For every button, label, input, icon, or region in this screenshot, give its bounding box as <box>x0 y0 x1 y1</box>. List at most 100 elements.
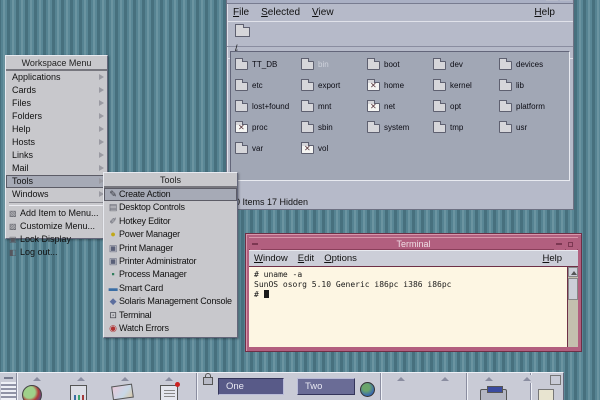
tools-menu-item[interactable]: ✐Hotkey Editor <box>104 215 237 228</box>
folder-label: home <box>384 81 404 90</box>
window-menu-button[interactable] <box>250 239 261 250</box>
mail-icon[interactable] <box>111 384 134 400</box>
workspace-menu-item[interactable]: Tools <box>6 175 107 188</box>
folder-icon <box>235 61 248 70</box>
menu-item-help[interactable]: Help <box>534 4 555 21</box>
folder-item[interactable]: export <box>301 79 367 91</box>
printer-icon[interactable] <box>480 389 507 400</box>
text-cursor <box>264 290 269 298</box>
folder-item[interactable]: platform <box>499 100 565 112</box>
folder-item[interactable]: tmp <box>433 121 499 133</box>
web-globe-icon[interactable] <box>360 382 375 397</box>
folder-item[interactable]: var <box>235 142 301 154</box>
panel-corner-button[interactable] <box>550 375 561 385</box>
tools-menu-item[interactable]: ●Power Manager <box>104 228 237 241</box>
terminal-content[interactable]: # uname -aSunOS osorg 5.10 Generic i86pc… <box>249 266 578 347</box>
tools-menu-item[interactable]: ▬Smart Card <box>104 282 237 295</box>
notes-icon[interactable] <box>160 385 178 400</box>
folder-item[interactable]: dev <box>433 58 499 70</box>
folder-item[interactable]: TT_DB <box>235 58 301 70</box>
scrollbar-thumb[interactable] <box>568 278 578 300</box>
folder-item[interactable]: lib <box>499 79 565 91</box>
file-manager-iconic-path[interactable]: / <box>227 21 573 46</box>
subpanel-arrow-tab[interactable] <box>434 375 456 383</box>
subpanel-arrow-tab[interactable] <box>26 375 48 383</box>
menu-item[interactable]: File <box>233 4 249 21</box>
lock-icon[interactable] <box>203 377 213 385</box>
minimize-button[interactable] <box>546 0 558 1</box>
workspace-menu-item[interactable]: Mail <box>6 162 107 175</box>
workspace-menu-item[interactable]: ▨Customize Menu... <box>6 220 107 233</box>
workspace-button-one[interactable]: One <box>218 378 284 395</box>
workspace-menu-item[interactable]: ◧Log out... <box>6 246 107 259</box>
folder-item[interactable]: system <box>367 121 433 133</box>
workspace-menu-item[interactable]: Windows <box>6 188 107 201</box>
folder-item[interactable]: lost+found <box>235 100 301 112</box>
menu-item-label: Lock Display <box>20 234 71 244</box>
folder-item[interactable]: etc <box>235 79 301 91</box>
tools-menu-item[interactable]: ✎Create Action <box>104 188 237 201</box>
folder-item[interactable]: sbin <box>301 121 367 133</box>
terminal-titlebar[interactable]: Terminal <box>249 237 578 250</box>
workspace-menu-item[interactable]: Hosts <box>6 136 107 149</box>
subpanel-arrow-tab[interactable] <box>390 375 412 383</box>
performance-meter-icon[interactable] <box>70 385 87 400</box>
folder-item[interactable]: usr <box>499 121 565 133</box>
minimize-button[interactable] <box>554 239 565 250</box>
file-manager-window: File Manager – osorg FileSelectedViewHel… <box>226 0 574 210</box>
scroll-up-arrow[interactable] <box>568 267 578 277</box>
folder-item[interactable]: kernel <box>433 79 499 91</box>
subpanel-arrow-tab[interactable] <box>478 375 500 383</box>
menu-item-label: Help <box>12 124 31 134</box>
folder-item[interactable]: devices <box>499 58 565 70</box>
terminal-scrollbar[interactable] <box>567 267 578 347</box>
folder-item[interactable]: boot <box>367 58 433 70</box>
logout-icon: ◧ <box>9 246 20 259</box>
menu-item[interactable]: Window <box>254 251 288 267</box>
workspace-menu-item[interactable]: Links <box>6 149 107 162</box>
folder-item[interactable]: home <box>367 79 433 91</box>
menu-item-label: Links <box>12 150 33 160</box>
subpanel-arrow-tab[interactable] <box>114 375 136 383</box>
workspace-menu-item[interactable]: Files <box>6 97 107 110</box>
workspace-menu-item[interactable]: ▧Add Item to Menu... <box>6 207 107 220</box>
tools-menu-item[interactable]: ⊡Terminal <box>104 309 237 322</box>
folder-label: mnt <box>318 102 331 111</box>
menu-item[interactable]: Edit <box>298 251 314 267</box>
folder-icon <box>301 124 314 133</box>
menu-item-help[interactable]: Help <box>542 251 562 267</box>
folder-item[interactable]: mnt <box>301 100 367 112</box>
folder-item[interactable]: opt <box>433 100 499 112</box>
workspace-menu-item[interactable]: Cards <box>6 84 107 97</box>
folder-item[interactable]: vol <box>301 142 367 154</box>
tools-menu-item[interactable]: ◆Solaris Management Console <box>104 295 237 308</box>
workspace-button-two[interactable]: Two <box>297 378 355 395</box>
workspace-menu-item[interactable]: Help <box>6 123 107 136</box>
folder-item[interactable]: bin <box>301 58 367 70</box>
menu-item-label: Solaris Management Console <box>119 296 232 306</box>
tools-menu-item[interactable]: ▪Process Manager <box>104 268 237 281</box>
menu-item[interactable]: Selected <box>261 4 300 21</box>
tools-menu-item[interactable]: ▤Desktop Controls <box>104 201 237 214</box>
pencil-icon: ✐ <box>107 215 119 228</box>
tools-submenu-items: ✎Create Action ▤Desktop Controls ✐Hotkey… <box>104 188 237 335</box>
world-clock-icon[interactable] <box>22 385 42 400</box>
maximize-button[interactable] <box>560 0 572 1</box>
subpanel-arrow-tab[interactable] <box>70 375 92 383</box>
folder-icon <box>499 82 512 91</box>
workspace-menu-item[interactable]: Folders <box>6 110 107 123</box>
tools-menu-item[interactable]: ▣Printer Administrator <box>104 255 237 268</box>
panel-menu-button[interactable] <box>1 374 16 382</box>
style-manager-icon[interactable] <box>538 389 554 400</box>
tools-menu-item[interactable]: ▣Print Manager <box>104 242 237 255</box>
menu-item[interactable]: View <box>312 4 334 21</box>
tools-menu-item[interactable]: ◉Watch Errors <box>104 322 237 335</box>
maximize-button[interactable] <box>566 239 577 250</box>
menu-item[interactable]: Options <box>324 251 357 267</box>
folder-item[interactable]: net <box>367 100 433 112</box>
workspace-menu-item[interactable]: Applications <box>6 71 107 84</box>
folder-label: kernel <box>450 81 472 90</box>
subpanel-arrow-tab[interactable] <box>516 375 538 383</box>
folder-item[interactable]: proc <box>235 121 301 133</box>
workspace-menu-item[interactable]: ▣Lock Display <box>6 233 107 246</box>
